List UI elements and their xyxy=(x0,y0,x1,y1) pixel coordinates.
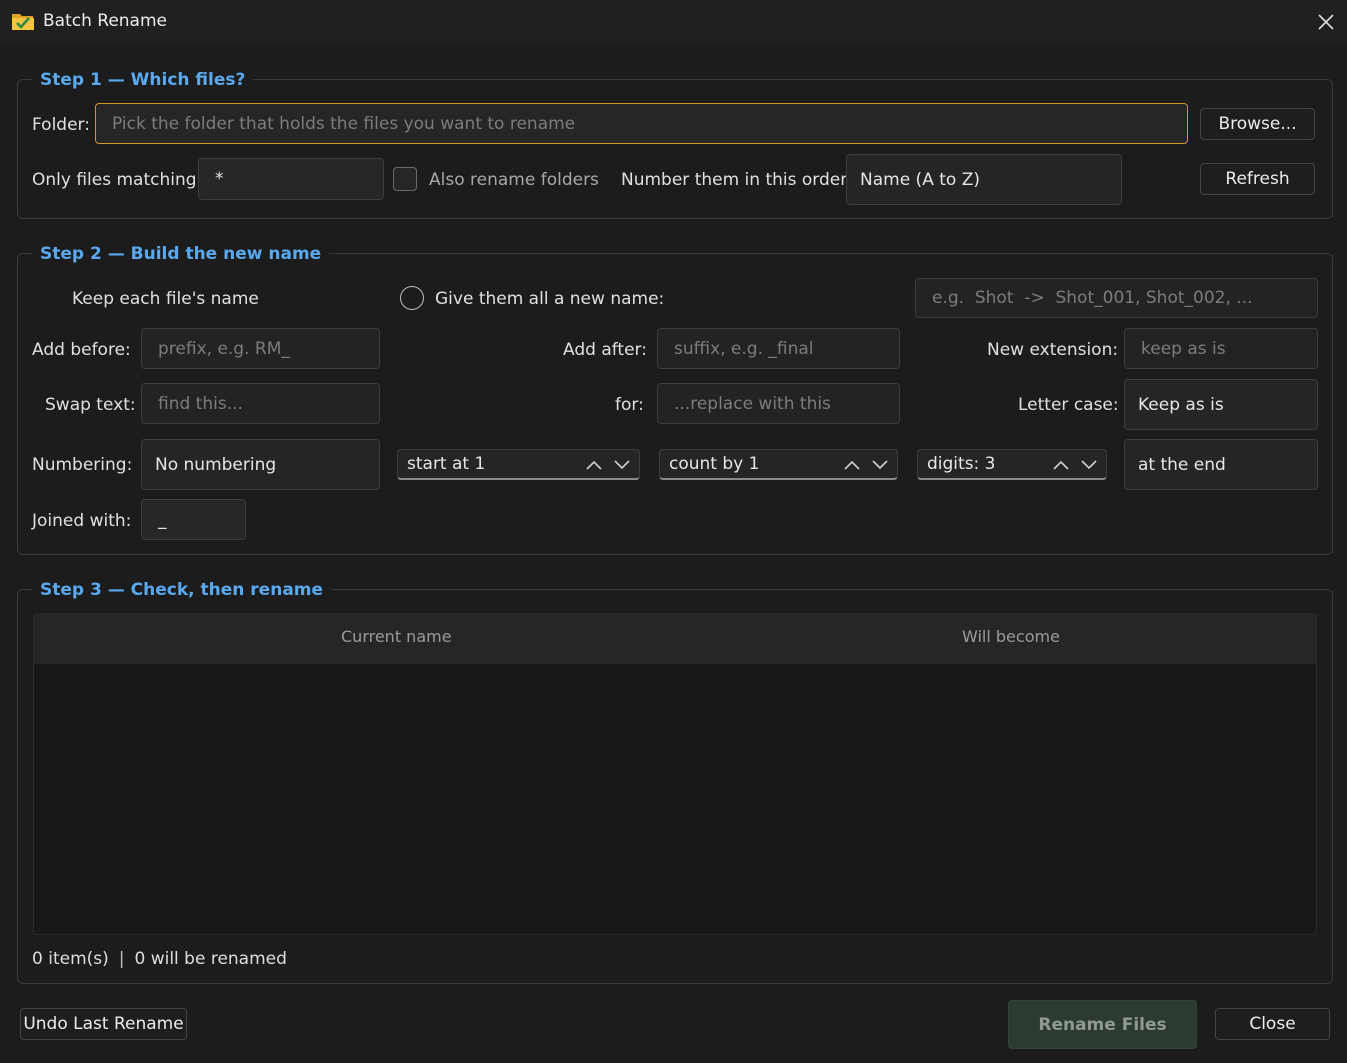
folder-label: Folder: xyxy=(32,115,90,135)
for-label: for: xyxy=(615,395,644,415)
swap-find-input[interactable] xyxy=(141,383,380,424)
keep-name-option[interactable]: Keep each file's name xyxy=(72,287,259,311)
letter-case-select[interactable]: Keep as is xyxy=(1124,379,1318,430)
add-before-label: Add before: xyxy=(32,340,131,360)
count-by-spinner[interactable]: count by 1 xyxy=(659,449,898,480)
will-rename-count: 0 will be renamed xyxy=(134,949,287,969)
window-title: Batch Rename xyxy=(43,11,167,31)
chevron-up-icon[interactable] xyxy=(1052,456,1070,474)
add-after-label: Add after: xyxy=(563,340,647,360)
order-select[interactable]: Name (A to Z) xyxy=(846,154,1122,205)
letter-case-label: Letter case: xyxy=(1018,395,1119,415)
table-header: Current name Will become xyxy=(34,614,1316,664)
start-at-spinner[interactable]: start at 1 xyxy=(397,449,640,480)
swap-replace-input[interactable] xyxy=(657,383,900,424)
close-button[interactable]: Close xyxy=(1215,1008,1330,1040)
count-by-value: count by 1 xyxy=(669,454,760,474)
browse-button[interactable]: Browse... xyxy=(1200,108,1315,140)
chevron-down-icon[interactable] xyxy=(1080,456,1098,474)
new-name-label: Give them all a new name: xyxy=(435,289,665,309)
folder-input[interactable] xyxy=(95,103,1188,144)
numbering-label: Numbering: xyxy=(32,455,133,475)
step2-title: Step 2 — Build the new name xyxy=(32,242,330,266)
new-extension-label: New extension: xyxy=(987,340,1119,360)
column-current-name[interactable]: Current name xyxy=(341,627,452,646)
items-count: 0 item(s) xyxy=(32,949,109,969)
title-bar: Batch Rename xyxy=(0,0,1347,44)
digits-value: digits: 3 xyxy=(927,454,996,474)
new-extension-input[interactable] xyxy=(1124,328,1318,369)
close-icon xyxy=(1318,14,1334,30)
add-before-input[interactable] xyxy=(141,328,380,369)
number-position-select[interactable]: at the end xyxy=(1124,439,1318,490)
column-will-become[interactable]: Will become xyxy=(962,627,1060,646)
chevron-up-icon[interactable] xyxy=(585,456,603,474)
digits-spinner[interactable]: digits: 3 xyxy=(917,449,1107,480)
new-name-input[interactable] xyxy=(915,278,1318,318)
preview-table[interactable]: Current name Will become xyxy=(33,613,1317,935)
undo-last-rename-button[interactable]: Undo Last Rename xyxy=(20,1008,187,1040)
matching-input[interactable] xyxy=(198,158,384,200)
order-value: Name (A to Z) xyxy=(860,169,980,190)
numbering-select[interactable]: No numbering xyxy=(141,439,380,490)
refresh-button[interactable]: Refresh xyxy=(1200,163,1315,195)
order-label: Number them in this order: xyxy=(621,170,853,190)
swap-text-label: Swap text: xyxy=(45,395,136,415)
start-at-value: start at 1 xyxy=(407,454,486,474)
chevron-down-icon[interactable] xyxy=(871,456,889,474)
number-position-value: at the end xyxy=(1138,454,1226,475)
chevron-down-icon[interactable] xyxy=(613,456,631,474)
status-bar: 0 item(s) | 0 will be renamed xyxy=(32,947,287,971)
joined-with-input[interactable] xyxy=(141,499,246,540)
rename-files-button[interactable]: Rename Files xyxy=(1008,1000,1197,1049)
chevron-up-icon[interactable] xyxy=(843,456,861,474)
step1-title: Step 1 — Which files? xyxy=(32,68,254,92)
status-separator: | xyxy=(118,949,125,969)
folder-check-icon xyxy=(12,14,34,30)
also-folders-checkbox[interactable] xyxy=(393,167,417,191)
also-folders-label: Also rename folders xyxy=(429,170,599,190)
step3-title: Step 3 — Check, then rename xyxy=(32,578,332,602)
letter-case-value: Keep as is xyxy=(1138,394,1224,415)
joined-with-label: Joined with: xyxy=(32,511,132,531)
add-after-input[interactable] xyxy=(657,328,900,369)
new-name-radio[interactable] xyxy=(400,286,424,310)
matching-label: Only files matching: xyxy=(32,170,203,190)
close-window-button[interactable] xyxy=(1310,6,1342,38)
numbering-value: No numbering xyxy=(155,454,277,475)
